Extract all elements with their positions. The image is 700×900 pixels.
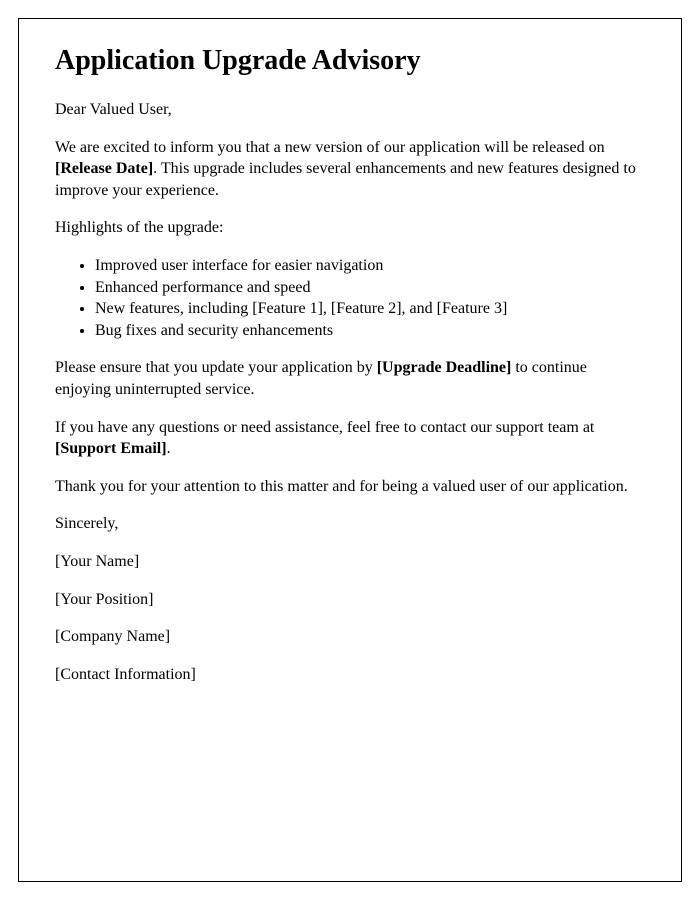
signature-position: [Your Position]: [55, 589, 645, 611]
deadline-paragraph: Please ensure that you update your appli…: [55, 357, 645, 400]
intro-paragraph: We are excited to inform you that a new …: [55, 137, 645, 202]
highlights-list: Improved user interface for easier navig…: [95, 255, 645, 341]
intro-text-1: We are excited to inform you that a new …: [55, 139, 605, 156]
highlight-item: Improved user interface for easier navig…: [95, 255, 645, 277]
support-text-1: If you have any questions or need assist…: [55, 419, 594, 436]
highlight-item: Enhanced performance and speed: [95, 277, 645, 299]
thanks-paragraph: Thank you for your attention to this mat…: [55, 476, 645, 498]
support-email-placeholder: [Support Email]: [55, 440, 167, 457]
release-date-placeholder: [Release Date]: [55, 160, 153, 177]
closing: Sincerely,: [55, 513, 645, 535]
highlight-item: Bug fixes and security enhancements: [95, 320, 645, 342]
support-text-2: .: [167, 440, 171, 457]
highlight-item: New features, including [Feature 1], [Fe…: [95, 298, 645, 320]
upgrade-deadline-placeholder: [Upgrade Deadline]: [377, 359, 512, 376]
document-page: Application Upgrade Advisory Dear Valued…: [18, 18, 682, 882]
page-title: Application Upgrade Advisory: [55, 45, 645, 77]
highlights-heading: Highlights of the upgrade:: [55, 217, 645, 239]
signature-contact: [Contact Information]: [55, 664, 645, 686]
support-paragraph: If you have any questions or need assist…: [55, 417, 645, 460]
salutation: Dear Valued User,: [55, 99, 645, 121]
signature-company: [Company Name]: [55, 626, 645, 648]
deadline-text-1: Please ensure that you update your appli…: [55, 359, 377, 376]
signature-name: [Your Name]: [55, 551, 645, 573]
